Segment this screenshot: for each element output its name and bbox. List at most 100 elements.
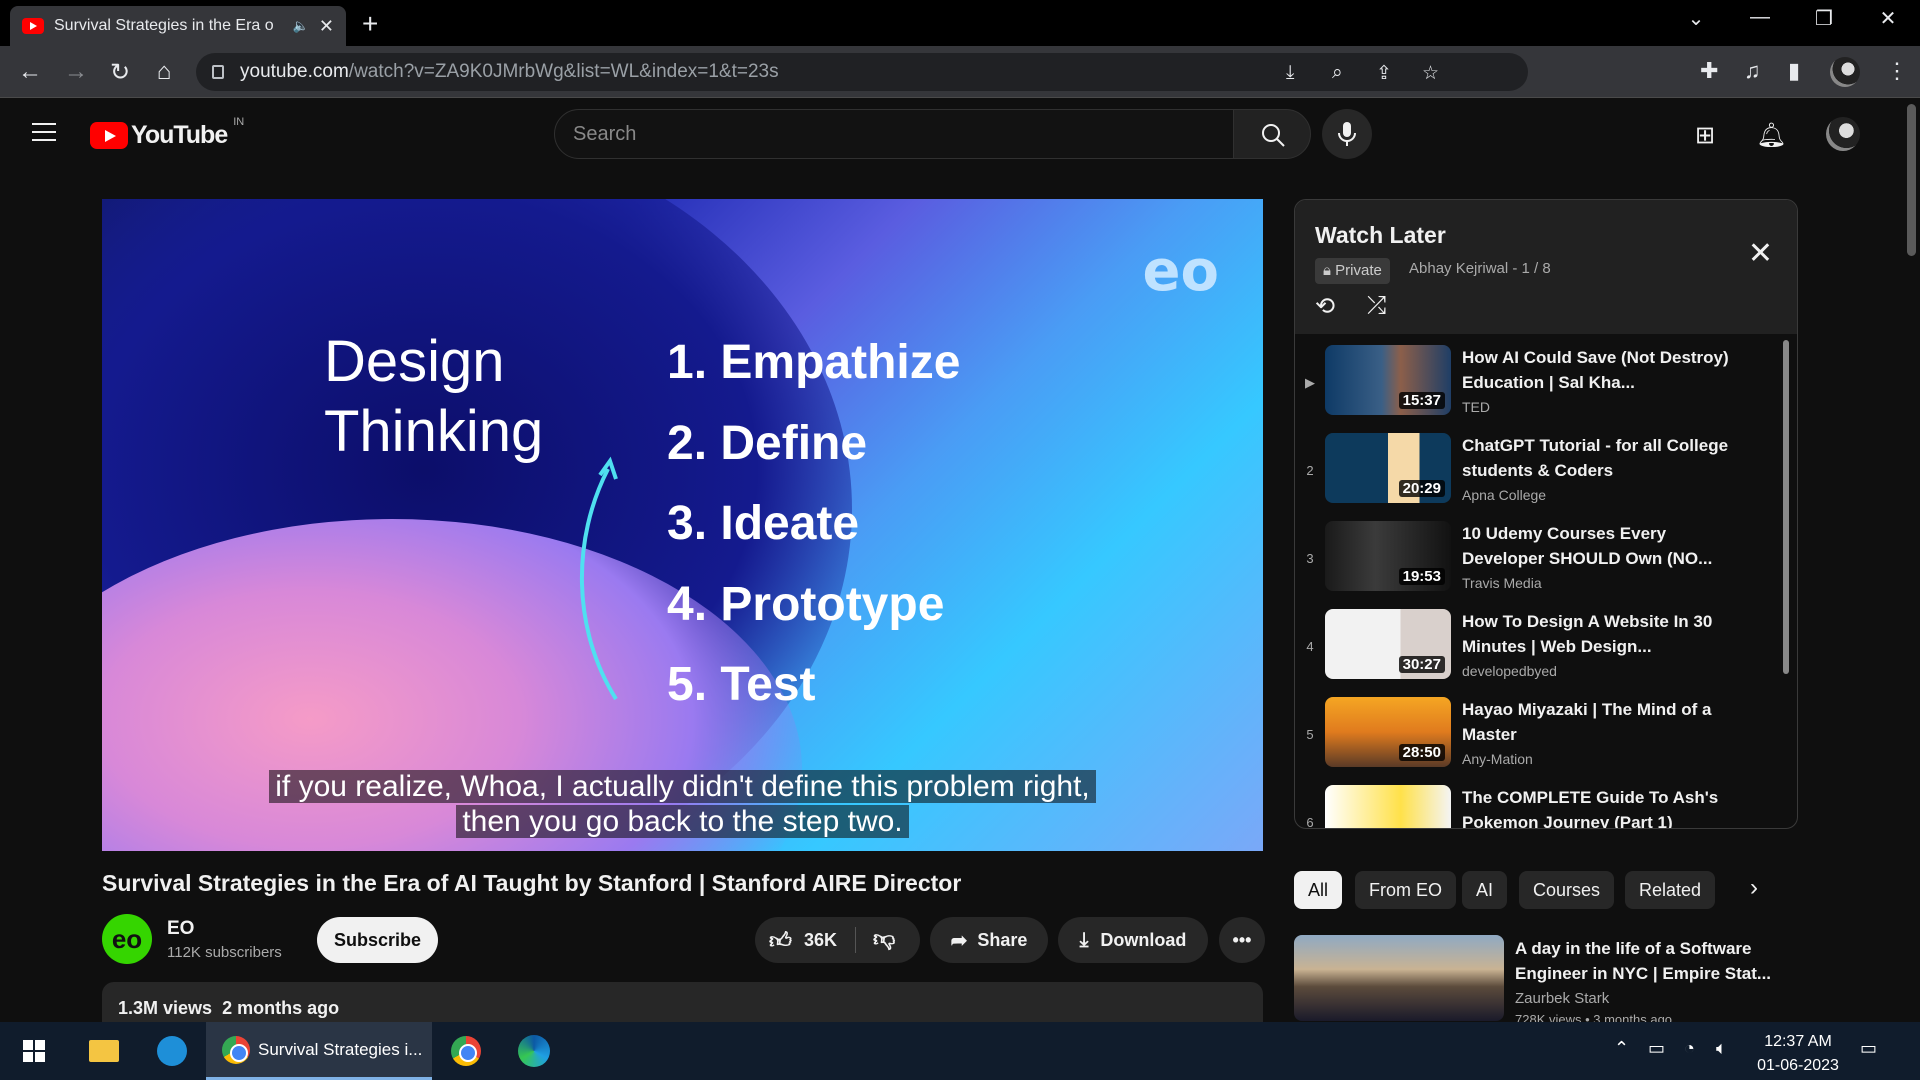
- taskbar-window-title: Survival Strategies i...: [258, 1039, 423, 1059]
- forward-icon[interactable]: →: [60, 58, 92, 86]
- video-title: Survival Strategies in the Era of AI Tau…: [102, 870, 962, 896]
- item-index: 2: [1306, 463, 1314, 478]
- voice-search-button[interactable]: [1322, 109, 1372, 159]
- notification-center-icon[interactable]: ▭: [1860, 1038, 1877, 1059]
- shuffle-icon[interactable]: ⤮: [1367, 292, 1386, 320]
- close-playlist-icon[interactable]: ✕: [1748, 236, 1773, 271]
- file-explorer-icon[interactable]: [82, 1022, 126, 1080]
- like-icon[interactable]: 👍︎: [769, 927, 792, 954]
- channel-avatar[interactable]: eo: [102, 914, 152, 964]
- create-video-icon[interactable]: ⊞: [1695, 121, 1715, 150]
- more-actions-button[interactable]: •••: [1219, 917, 1265, 963]
- slide-heading: Design Thinking: [324, 327, 543, 467]
- video-title: How AI Could Save (Not Destroy) Educatio…: [1462, 348, 1729, 392]
- chip-from-eo[interactable]: From EO: [1355, 871, 1457, 909]
- page-scrollbar[interactable]: [1907, 104, 1916, 256]
- step-item: 5. Test: [667, 658, 816, 711]
- video-duration: 20:29: [1398, 480, 1445, 497]
- step-item: 3. Ideate: [667, 497, 860, 550]
- channel-name[interactable]: EO: [167, 918, 194, 940]
- search-box[interactable]: [554, 109, 1234, 159]
- edge-logo-icon: [518, 1035, 550, 1067]
- playlist-item[interactable]: ▶ 15:37 How AI Could Save (Not Destroy) …: [1295, 345, 1775, 433]
- chip-related[interactable]: Related: [1625, 871, 1716, 909]
- description-box[interactable]: 1.3M views 2 months ago: [102, 982, 1263, 1022]
- download-button[interactable]: ⤓ Download: [1058, 917, 1208, 963]
- download-label: Download: [1100, 929, 1187, 950]
- mail-app-icon[interactable]: [150, 1022, 194, 1080]
- install-app-icon[interactable]: ⤓: [1286, 62, 1294, 84]
- windows-taskbar: Survival Strategies i... ⌃ ▭ ◔ 🔈︎ 12:37 …: [0, 1022, 1920, 1080]
- tab-close-icon[interactable]: ✕: [319, 16, 334, 37]
- now-playing-icon: ▶: [1305, 375, 1315, 390]
- extensions-icon[interactable]: ✚: [1700, 58, 1718, 84]
- home-icon[interactable]: ⌂: [148, 58, 180, 86]
- search-button[interactable]: [1233, 109, 1311, 159]
- hamburger-menu-icon[interactable]: [32, 123, 56, 141]
- reload-icon[interactable]: ↻: [104, 58, 136, 87]
- address-bar[interactable]: youtube.com/watch?v=ZA9K0JMrbWg&list=WL&…: [196, 53, 1528, 91]
- playlist-item[interactable]: 4 30:27 How To Design A Website In 30 Mi…: [1295, 609, 1775, 697]
- side-panel-icon[interactable]: ▮: [1788, 58, 1800, 84]
- browser-profile-avatar[interactable]: [1830, 57, 1860, 87]
- chip-ai[interactable]: AI: [1462, 871, 1508, 909]
- more-icon: •••: [1232, 929, 1252, 950]
- recommended-video-title[interactable]: A day in the life of a Software Engineer…: [1515, 936, 1785, 986]
- playlist-item[interactable]: 5 28:50 Hayao Miyazaki | The Mind of a M…: [1295, 697, 1775, 785]
- recommended-video-thumbnail[interactable]: [1294, 935, 1504, 1021]
- playlist-item[interactable]: 2 20:29 ChatGPT Tutorial - for all Colle…: [1295, 433, 1775, 521]
- loop-icon[interactable]: ⟲: [1315, 292, 1335, 321]
- recommended-channel-name[interactable]: Zaurbek Stark: [1515, 990, 1609, 1007]
- browser-menu-icon[interactable]: ⋮: [1886, 58, 1908, 84]
- minimize-button[interactable]: —: [1740, 6, 1780, 29]
- video-thumbnail: [1325, 785, 1451, 828]
- playlist-header: Watch Later 🔒︎ Private Abhay Kejriwal - …: [1295, 200, 1797, 334]
- share-button[interactable]: ➦ Share: [930, 917, 1048, 963]
- browser-tab[interactable]: Survival Strategies in the Era o 🔈 ✕: [10, 6, 346, 46]
- system-clock[interactable]: 12:37 AM 01-06-2023: [1756, 1030, 1840, 1078]
- start-button[interactable]: [14, 1022, 54, 1080]
- playlist-title[interactable]: Watch Later: [1315, 222, 1446, 249]
- youtube-logo[interactable]: YouTube IN: [90, 116, 244, 150]
- back-icon[interactable]: ←: [14, 58, 46, 86]
- chip-all[interactable]: All: [1294, 871, 1343, 909]
- volume-icon[interactable]: 🔈︎: [1716, 1038, 1727, 1059]
- show-hidden-icons-icon[interactable]: ⌃: [1614, 1038, 1629, 1059]
- item-index: 5: [1306, 727, 1314, 742]
- channel-name: Travis Media: [1462, 575, 1542, 591]
- chip-courses[interactable]: Courses: [1519, 871, 1615, 909]
- taskbar-chrome-window[interactable]: Survival Strategies i...: [206, 1022, 432, 1080]
- eo-brand-logo: eo: [1142, 239, 1219, 304]
- media-control-icon[interactable]: ♫: [1744, 58, 1761, 84]
- download-icon: ⤓: [1079, 928, 1089, 951]
- speaker-icon[interactable]: 🔈: [293, 18, 309, 34]
- subscribe-button[interactable]: Subscribe: [317, 917, 438, 963]
- microphone-icon: [1338, 122, 1356, 146]
- playlist-item[interactable]: 3 19:53 10 Udemy Courses Every Developer…: [1295, 521, 1775, 609]
- restore-button[interactable]: ❐: [1804, 6, 1844, 31]
- channel-name: Any-Mation: [1462, 751, 1533, 767]
- clock-date: 01-06-2023: [1757, 1057, 1839, 1074]
- new-tab-button[interactable]: +: [362, 8, 378, 40]
- like-count[interactable]: 36K: [804, 930, 837, 951]
- playlist-scrollbar[interactable]: [1783, 340, 1789, 674]
- dislike-icon[interactable]: 👎︎: [873, 925, 895, 952]
- battery-icon[interactable]: ▭: [1648, 1038, 1665, 1059]
- search-input[interactable]: [555, 110, 1233, 158]
- chips-next-icon[interactable]: ›: [1750, 874, 1758, 902]
- lock-icon[interactable]: [212, 65, 224, 79]
- account-avatar[interactable]: [1826, 117, 1860, 151]
- tab-search-icon[interactable]: ⌄: [1676, 6, 1716, 31]
- share-page-icon[interactable]: ⇪: [1376, 62, 1392, 85]
- window-close-button[interactable]: ✕: [1868, 6, 1908, 31]
- chrome-profile-icon[interactable]: [444, 1022, 488, 1080]
- notifications-bell-icon[interactable]: 🔔︎: [1756, 121, 1786, 150]
- bookmark-star-icon[interactable]: ☆: [1422, 62, 1439, 85]
- video-player[interactable]: eo Design Thinking 1. Empathize 2. Defin…: [102, 199, 1263, 851]
- zoom-icon[interactable]: ⌕: [1332, 62, 1343, 84]
- wifi-icon[interactable]: ◔: [1684, 1038, 1695, 1059]
- video-title: 10 Udemy Courses Every Developer SHOULD …: [1462, 524, 1713, 568]
- edge-icon[interactable]: [512, 1022, 556, 1080]
- playlist-item[interactable]: 6 The COMPLETE Guide To Ash's Pokemon Jo…: [1295, 785, 1775, 828]
- browser-tab-bar: Survival Strategies in the Era o 🔈 ✕ + ⌄…: [0, 0, 1920, 46]
